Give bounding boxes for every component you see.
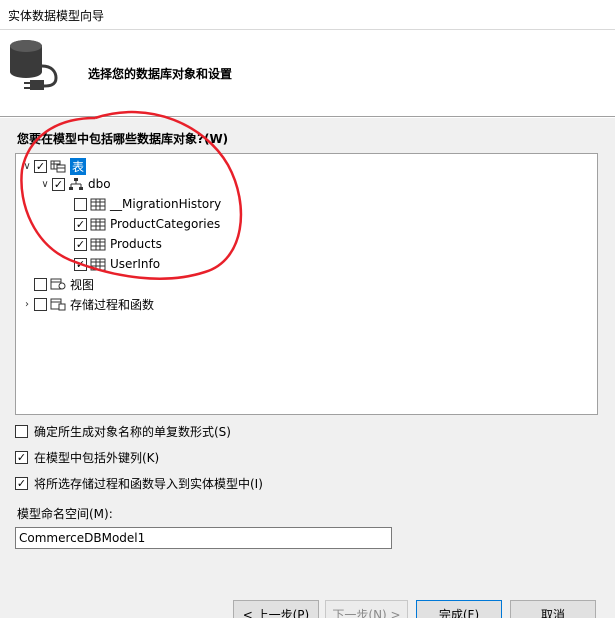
chevron-down-icon[interactable]: ∨	[20, 159, 34, 173]
pluralize-option[interactable]: 确定所生成对象名称的单复数形式(S)	[15, 423, 231, 440]
tables-label: 表	[70, 157, 87, 175]
import-procedures-checkbox[interactable]: ✓	[15, 477, 28, 490]
table-label: Products	[110, 237, 162, 251]
finish-button[interactable]: 完成(F)	[416, 600, 502, 618]
title-bar: 实体数据模型向导	[0, 0, 615, 30]
chevron-right-icon[interactable]: ›	[20, 297, 34, 311]
procedures-icon	[50, 298, 66, 311]
tables-folder-icon	[50, 160, 66, 173]
views-checkbox[interactable]	[34, 277, 47, 291]
views-icon	[50, 278, 66, 290]
database-connection-icon	[10, 40, 58, 90]
table-label: UserInfo	[110, 257, 161, 271]
procedures-label: 存储过程和函数	[70, 297, 155, 312]
table-checkbox[interactable]	[74, 197, 87, 211]
tree-node-table[interactable]: __MigrationHistory	[74, 194, 221, 214]
window-title: 实体数据模型向导	[8, 9, 105, 23]
tree-node-tables[interactable]: ∨ ✓ 表	[20, 156, 87, 176]
dbo-checkbox[interactable]: ✓	[52, 177, 65, 191]
views-label: 视图	[70, 277, 95, 292]
namespace-input[interactable]	[15, 527, 392, 549]
table-icon	[90, 238, 106, 251]
next-button[interactable]: 下一步(N) >	[325, 600, 408, 618]
table-checkbox[interactable]: ✓	[74, 217, 87, 231]
step-subtitle: 选择您的数据库对象和设置	[88, 67, 233, 81]
import-procedures-option[interactable]: ✓ 将所选存储过程和函数导入到实体模型中(I)	[15, 475, 263, 492]
table-icon	[90, 198, 106, 211]
previous-button[interactable]: < 上一步(P)	[233, 600, 319, 618]
table-label: __MigrationHistory	[110, 197, 222, 211]
table-checkbox[interactable]: ✓	[74, 257, 87, 271]
tree-node-table[interactable]: ✓ Products	[74, 234, 162, 254]
chevron-down-icon[interactable]: ∨	[38, 177, 52, 191]
database-objects-tree[interactable]: ∨ ✓ 表 ∨ ✓ dbo __MigrationHistory ✓ Produ…	[15, 153, 598, 415]
tree-node-dbo[interactable]: ∨ ✓ dbo	[38, 174, 111, 194]
foreign-keys-option[interactable]: ✓ 在模型中包括外键列(K)	[15, 449, 159, 466]
table-icon	[90, 218, 106, 231]
pluralize-label: 确定所生成对象名称的单复数形式(S)	[34, 425, 231, 439]
tree-node-table[interactable]: ✓ ProductCategories	[74, 214, 220, 234]
table-icon	[90, 258, 106, 271]
table-label: ProductCategories	[110, 217, 221, 231]
foreign-keys-label: 在模型中包括外键列(K)	[34, 451, 160, 465]
procedures-checkbox[interactable]	[34, 297, 47, 311]
schema-icon	[69, 178, 83, 190]
dbo-label: dbo	[88, 177, 111, 191]
tree-node-table[interactable]: ✓ UserInfo	[74, 254, 160, 274]
cancel-button[interactable]: 取消	[510, 600, 596, 618]
pluralize-checkbox[interactable]	[15, 425, 28, 438]
tree-node-views[interactable]: 视图	[20, 274, 94, 294]
table-checkbox[interactable]: ✓	[74, 237, 87, 251]
tree-node-procedures[interactable]: › 存储过程和函数	[20, 294, 154, 314]
tables-checkbox[interactable]: ✓	[34, 159, 47, 173]
objects-question-label: 您要在模型中包括哪些数据库对象?(W)	[17, 132, 229, 146]
namespace-label: 模型命名空间(M):	[17, 507, 113, 521]
wizard-header: 选择您的数据库对象和设置	[0, 30, 615, 117]
import-procedures-label: 将所选存储过程和函数导入到实体模型中(I)	[34, 477, 263, 491]
foreign-keys-checkbox[interactable]: ✓	[15, 451, 28, 464]
